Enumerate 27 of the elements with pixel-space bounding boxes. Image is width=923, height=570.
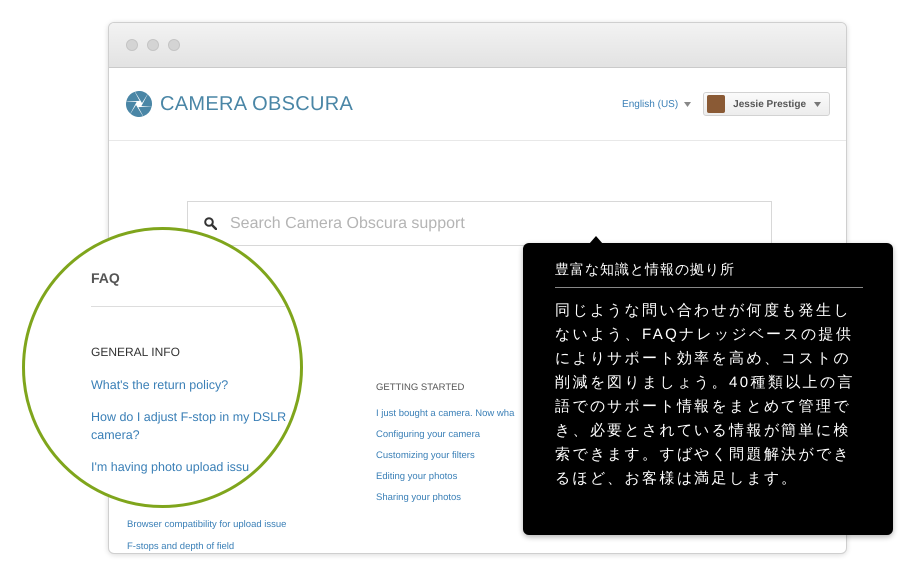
avatar-placeholder [707, 95, 726, 113]
tooltip-text: 同じような問い合わせが何度も発生しないよう、FAQナレッジベースの提供によりサポート効率を高め、コストの削減を図りましょう。40種類以上の言語でのサポート情報をまとめて管理でき、必要とされている情報が簡単に検索できます。すばやく問題解決ができるほど、お客様は満足します。 [555, 301, 856, 489]
faq-link[interactable]: How do I adjust F-stop in my DSLR camera? [91, 408, 300, 444]
logo-text: CAMERA OBSCURA [160, 92, 354, 116]
section-heading: GETTING STARTED [376, 382, 466, 393]
window-dot-icon[interactable] [126, 39, 138, 51]
faq-link[interactable]: F-stops and depth of field [127, 541, 376, 552]
window-dot-icon[interactable] [168, 39, 180, 51]
user-menu-button[interactable]: Jessie Prestige [703, 92, 830, 116]
caret-icon [684, 102, 692, 106]
faq-link[interactable]: I'm having photo upload issu [91, 458, 300, 476]
caret-icon [814, 102, 821, 106]
search-field[interactable]: Search Camera Obscura support [187, 201, 772, 246]
faq-title: FAQ [91, 270, 121, 286]
search-icon [204, 217, 217, 230]
language-link[interactable]: English (US) [622, 98, 692, 110]
faq-link[interactable]: Customizing your filters [376, 450, 526, 461]
section-heading: GENERAL INFO [91, 345, 181, 359]
faq-link[interactable]: Browser compatibility for upload issue [127, 519, 376, 530]
faq-link[interactable]: I just bought a camera. Now wha [376, 408, 526, 419]
faq-link[interactable]: Sharing your photos [376, 492, 526, 503]
faq-link[interactable]: Configuring your camera [376, 429, 526, 440]
tooltip-title: 豊富な知識と情報の拠り所 [555, 261, 863, 288]
faq-link[interactable]: What's the return policy? [91, 376, 300, 394]
aperture-logo-icon [126, 91, 152, 117]
window-dot-icon[interactable] [147, 39, 159, 51]
faq-link[interactable]: Editing your photos [376, 471, 526, 482]
